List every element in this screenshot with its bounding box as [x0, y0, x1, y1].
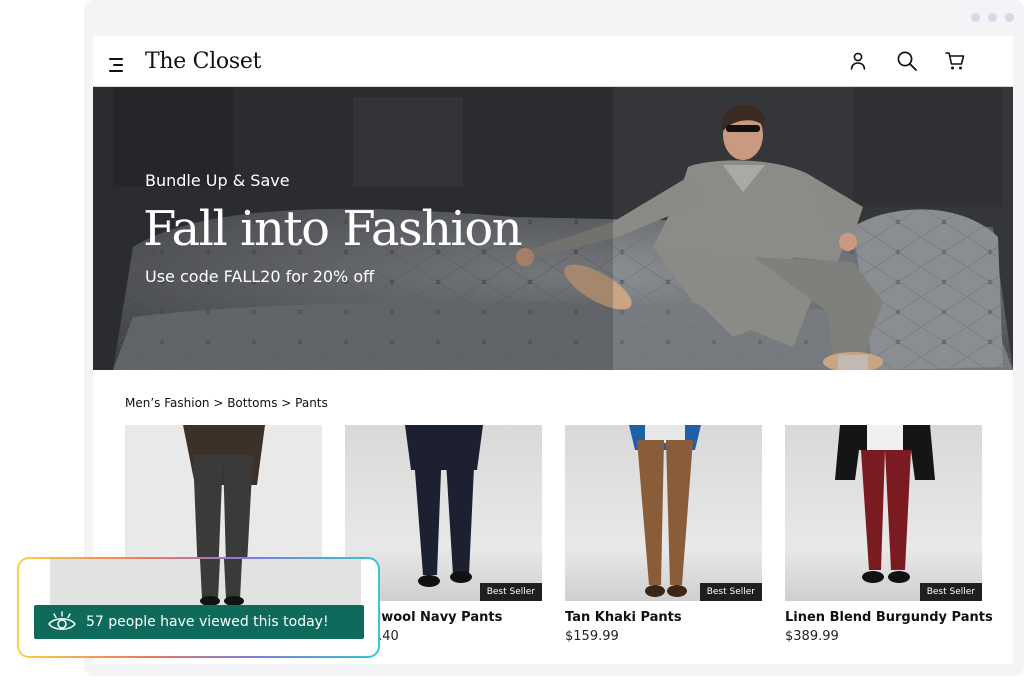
window-dot[interactable]	[971, 13, 980, 22]
product-price: $389.99	[785, 629, 839, 644]
product-image[interactable]: Best Seller	[785, 425, 982, 601]
menu-icon[interactable]	[109, 58, 125, 72]
eye-icon	[48, 611, 76, 630]
product-price: $159.99	[565, 629, 619, 644]
toast-product-image	[50, 559, 361, 609]
best-seller-badge: Best Seller	[699, 583, 762, 601]
social-proof-toast[interactable]: 57 people have viewed this today!	[17, 557, 380, 658]
best-seller-badge: Best Seller	[919, 583, 982, 601]
best-seller-badge: Best Seller	[479, 583, 542, 601]
window-controls[interactable]	[971, 13, 1014, 22]
product-name[interactable]: Linen Blend Burgundy Pants	[785, 610, 993, 625]
brand-logo[interactable]: The Closet	[145, 49, 261, 74]
product-photo	[629, 425, 701, 597]
window-dot[interactable]	[1005, 13, 1014, 22]
search-icon[interactable]	[896, 50, 918, 72]
cart-icon[interactable]	[944, 50, 966, 72]
hero-banner[interactable]: Bundle Up & Save Fall into Fashion Use c…	[93, 87, 1013, 370]
toast-body: 57 people have viewed this today!	[19, 559, 378, 656]
hero-promo-code: Use code FALL20 for 20% off	[145, 267, 375, 286]
product-card[interactable]: Best Seller Tan Khaki Pants $159.99	[565, 425, 762, 644]
hero-subtitle: Bundle Up & Save	[145, 171, 290, 190]
product-photo	[835, 425, 935, 583]
toast-message-bar[interactable]: 57 people have viewed this today!	[34, 605, 364, 639]
product-name[interactable]: Tan Khaki Pants	[565, 610, 762, 625]
product-card[interactable]: Best Seller Linen Blend Burgundy Pants $…	[785, 425, 993, 644]
hero-title: Fall into Fashion	[143, 201, 523, 257]
account-icon[interactable]	[847, 50, 869, 72]
breadcrumb[interactable]: Men’s Fashion > Bottoms > Pants	[125, 396, 328, 410]
product-image[interactable]: Best Seller	[565, 425, 762, 601]
site-header: The Closet	[93, 36, 1013, 87]
toast-text: 57 people have viewed this today!	[86, 614, 329, 630]
window-dot[interactable]	[988, 13, 997, 22]
